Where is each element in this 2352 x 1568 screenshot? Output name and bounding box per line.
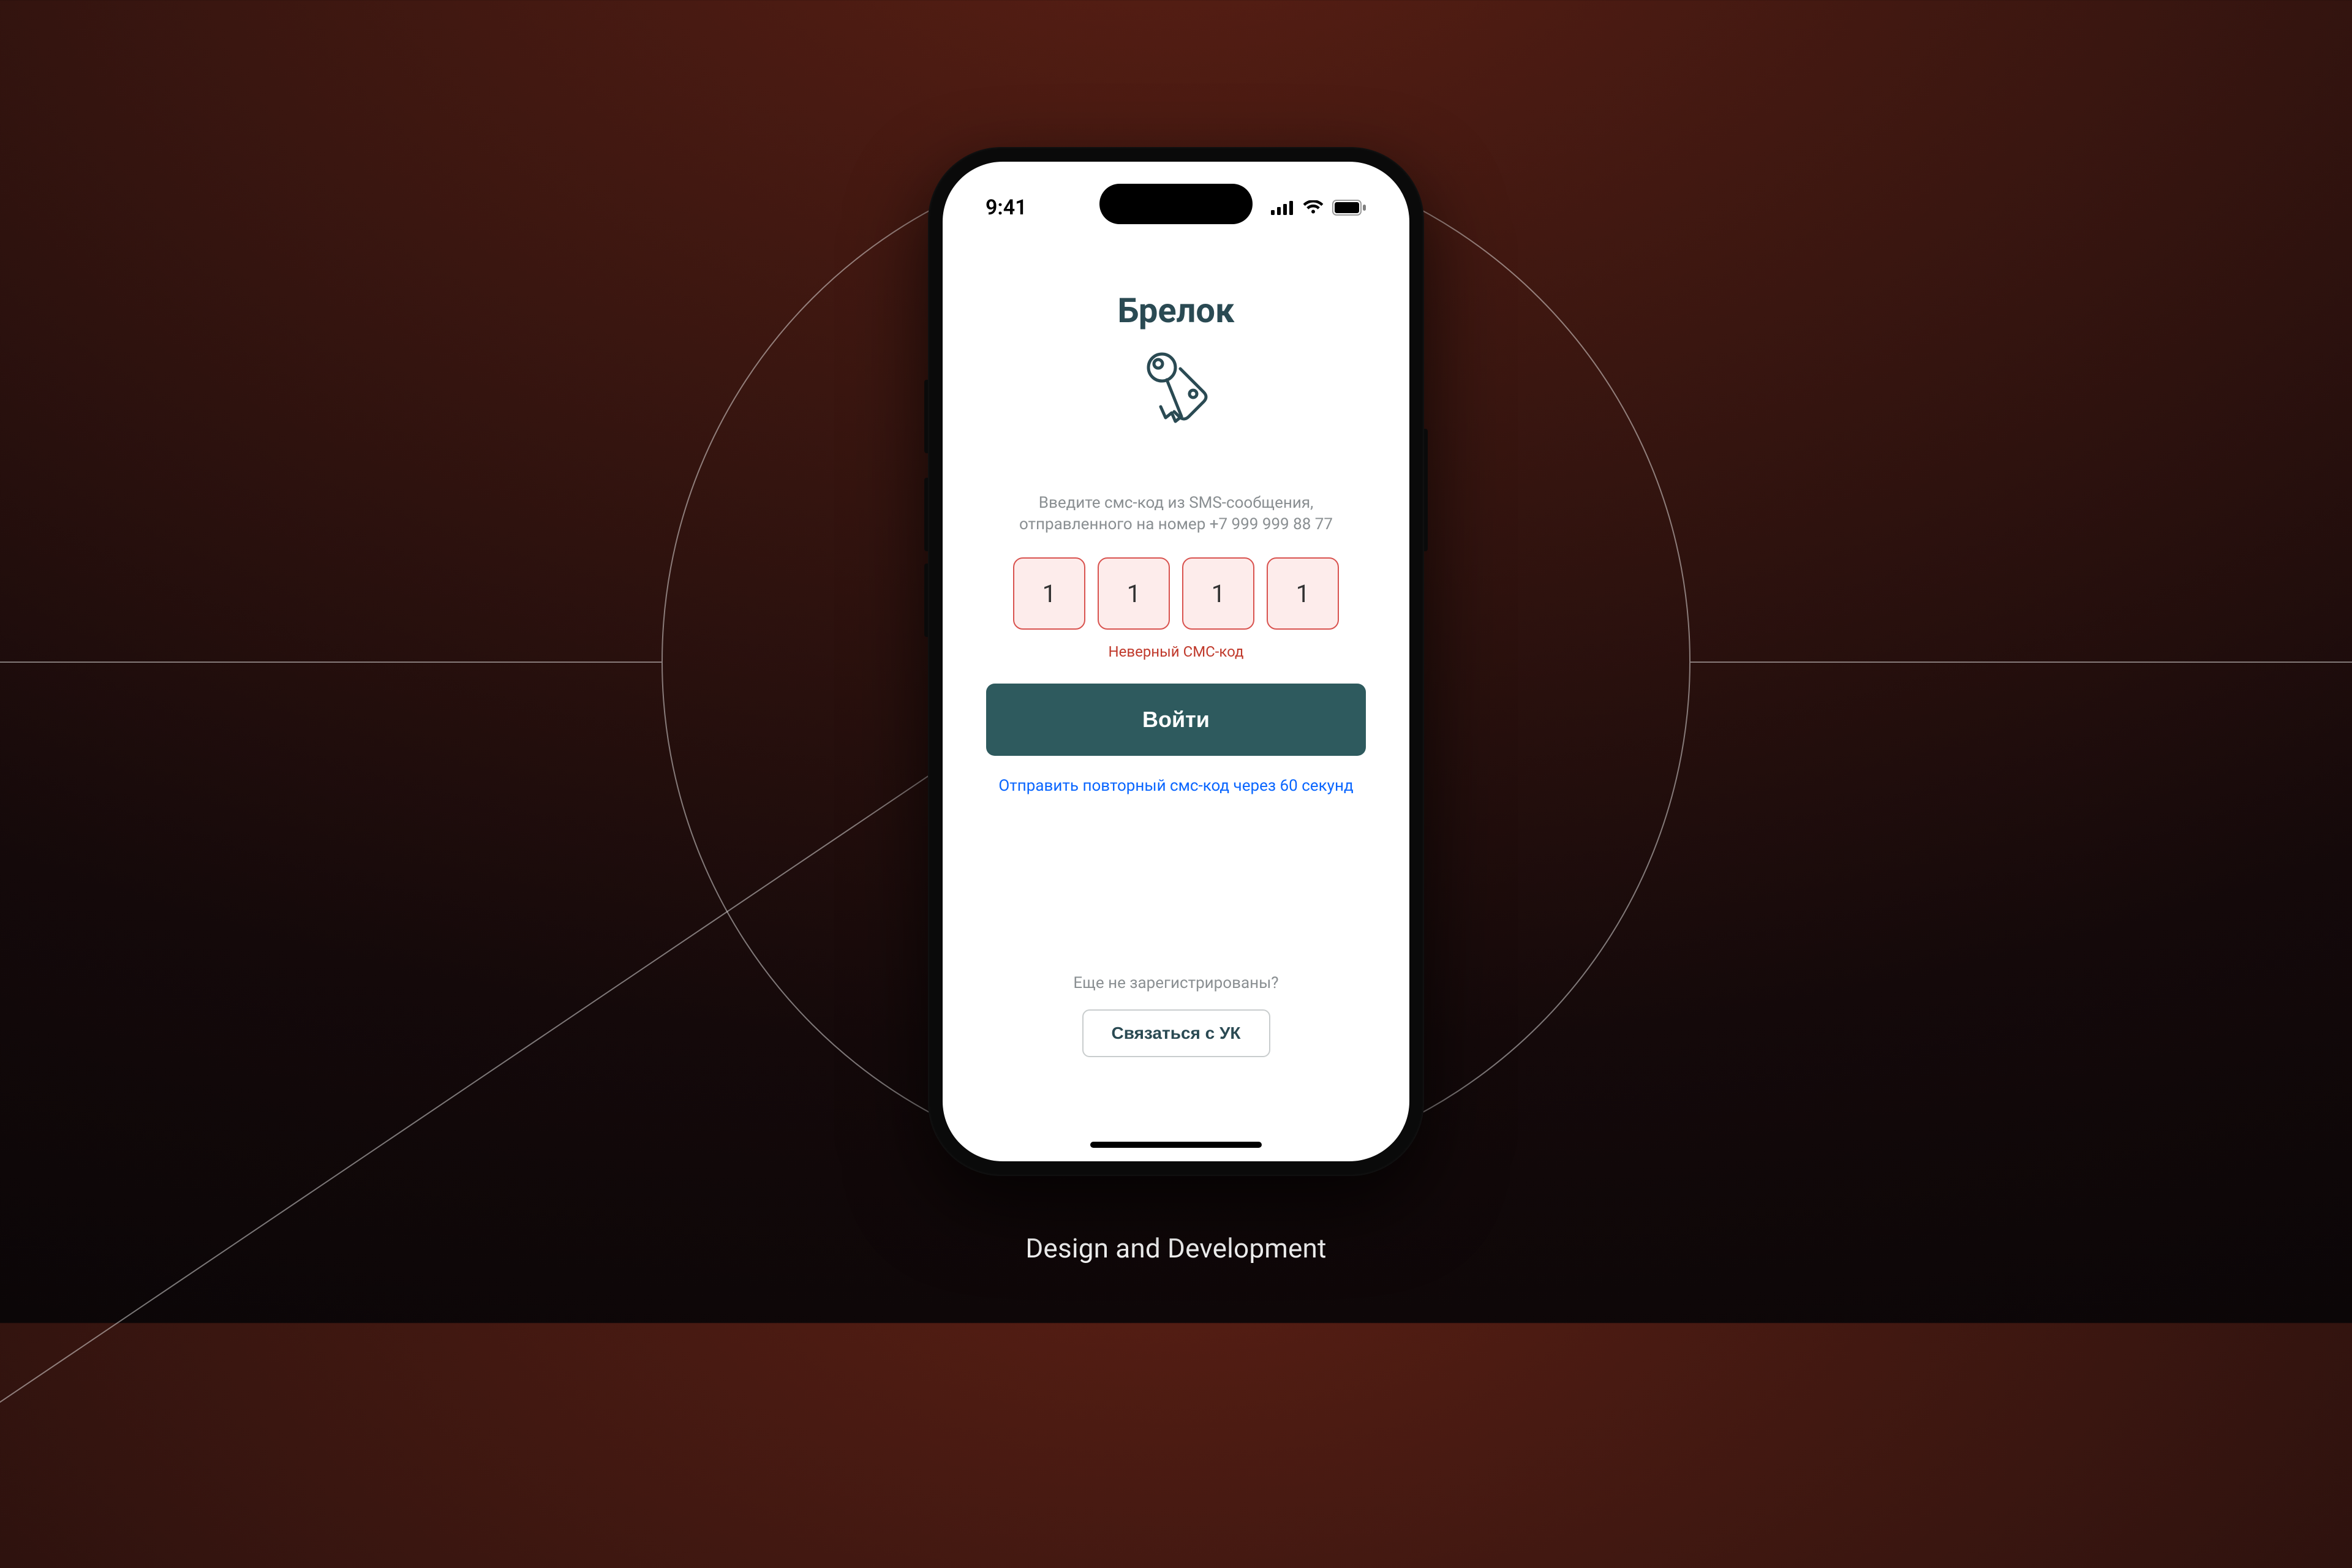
decorative-line-right	[1691, 662, 2352, 663]
wifi-icon	[1303, 200, 1324, 215]
register-prompt: Еще не зарегистрированы?	[1073, 974, 1278, 992]
app-content: Брелок Введите смс-код из SMS-сообщения,…	[943, 162, 1409, 1161]
phone-screen: 9:41 Брелок	[943, 162, 1409, 1161]
status-time: 9:41	[986, 195, 1027, 220]
dynamic-island	[1099, 184, 1253, 224]
status-indicators	[1271, 200, 1366, 216]
cellular-icon	[1271, 200, 1294, 215]
resend-sms-link[interactable]: Отправить повторный смс-код через 60 сек…	[998, 777, 1353, 795]
phone-mockup: 9:41 Брелок	[928, 147, 1424, 1176]
otp-digit-3[interactable]: 1	[1182, 557, 1254, 630]
slide-caption: Design and Development	[1025, 1232, 1326, 1264]
home-indicator[interactable]	[1090, 1142, 1262, 1148]
login-button[interactable]: Войти	[986, 684, 1366, 756]
otp-digit-1[interactable]: 1	[1013, 557, 1085, 630]
app-title: Брелок	[1118, 290, 1235, 331]
sms-instruction: Введите смс-код из SMS-сообщения, отправ…	[1019, 492, 1333, 535]
instruction-line-2: отправленного на номер +7 999 999 88 77	[1019, 514, 1333, 535]
decorative-diagonal	[0, 745, 974, 1568]
otp-digit-4[interactable]: 1	[1267, 557, 1339, 630]
keys-logo-icon	[1130, 349, 1222, 431]
battery-icon	[1332, 200, 1366, 216]
instruction-line-1: Введите смс-код из SMS-сообщения,	[1019, 492, 1333, 514]
decorative-line-left	[0, 662, 662, 663]
contact-button[interactable]: Связаться с УК	[1082, 1009, 1270, 1057]
otp-input-row: 1 1 1 1	[1013, 557, 1339, 630]
otp-error-message: Неверный СМС-код	[1109, 643, 1244, 660]
otp-digit-2[interactable]: 1	[1098, 557, 1170, 630]
